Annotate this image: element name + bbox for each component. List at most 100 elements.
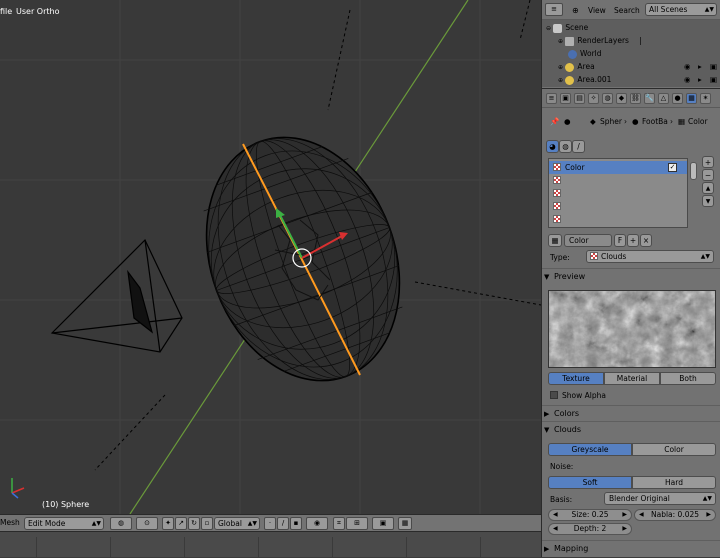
outliner-item-area[interactable]: ⊕ Area ◉ ▸ ▣	[542, 60, 717, 73]
face-select-icon[interactable]: ▪	[290, 517, 302, 530]
new-texture-button[interactable]: +	[627, 234, 639, 247]
visibility-eye-icon[interactable]: ◉	[684, 60, 691, 73]
preview-material-tab[interactable]: Material	[604, 372, 660, 385]
expand-icon[interactable]: ⊕	[558, 64, 563, 71]
outliner-search-menu[interactable]: Search	[614, 6, 640, 15]
object-tab-icon[interactable]: ◆	[616, 93, 627, 104]
scale-icon[interactable]: ▫	[201, 517, 213, 530]
outliner-item-area001[interactable]: ⊕ Area.001 ◉ ▸ ▣	[542, 73, 717, 86]
texture-slot[interactable]	[549, 187, 687, 200]
increment-icon[interactable]: ▶	[622, 524, 627, 534]
sphere-mesh[interactable]	[174, 110, 432, 408]
slot-move-down-icon[interactable]: ▼	[702, 195, 714, 207]
orientation-select[interactable]: Global ▲▼	[214, 517, 260, 530]
preview-panel-header[interactable]: ▼ Preview	[544, 270, 716, 284]
render-preview-icon[interactable]: ▣	[372, 517, 394, 530]
viewport-shading-button[interactable]: ◍	[110, 517, 132, 530]
texture-slot-list[interactable]: Color ✓	[548, 158, 688, 228]
snap-toggle-icon[interactable]: ⌗	[333, 517, 345, 530]
render-tab-icon[interactable]: ▣	[560, 93, 571, 104]
decrement-icon[interactable]: ◀	[553, 510, 558, 520]
translate-icon[interactable]: ↗	[175, 517, 187, 530]
timeline[interactable]	[0, 531, 541, 558]
slot-remove-button[interactable]: −	[702, 169, 714, 181]
decrement-icon[interactable]: ◀	[553, 524, 558, 534]
preview-both-tab[interactable]: Both	[660, 372, 716, 385]
texture-type-select[interactable]: Clouds ▲▼	[586, 250, 714, 263]
render-camera-icon[interactable]: ▣	[710, 60, 717, 73]
editor-type-icon[interactable]: ≡	[546, 93, 557, 104]
edge-select-icon[interactable]: /	[277, 517, 289, 530]
nabla-field[interactable]: ◀ Nabla: 0.025 ▶	[634, 509, 716, 521]
context-brush-icon[interactable]: /	[572, 140, 585, 153]
outliner-item-scene[interactable]: ⊖ Scene	[542, 21, 717, 34]
vertex-select-icon[interactable]: ·	[264, 517, 276, 530]
camera-object[interactable]	[50, 238, 183, 353]
mesh-menu[interactable]: Mesh	[0, 518, 20, 527]
clouds-panel-header[interactable]: ▼ Clouds	[544, 423, 716, 437]
color-toggle[interactable]: Color	[632, 443, 716, 456]
pivot-point-button[interactable]: ⊙	[136, 517, 158, 530]
snap-element-button[interactable]: ⊞	[346, 517, 368, 530]
expand-icon[interactable]: ⊕	[558, 77, 563, 84]
viewport-scene	[0, 0, 541, 514]
editor-type-icon[interactable]: ≡	[545, 3, 563, 16]
preview-texture-tab[interactable]: Texture	[548, 372, 604, 385]
render-layers-tab-icon[interactable]: ▤	[574, 93, 585, 104]
noise-soft-toggle[interactable]: Soft	[548, 476, 632, 489]
depth-field[interactable]: ◀ Depth: 2 ▶	[548, 523, 632, 535]
outliner[interactable]: ⊖ Scene ⊕ RenderLayers | World ⊕ Area ◉ …	[542, 20, 720, 87]
decrement-icon[interactable]: ◀	[639, 510, 644, 520]
3d-viewport[interactable]: file User Ortho (10) Sphere	[0, 0, 541, 514]
context-material-icon[interactable]: ◕	[546, 140, 559, 153]
manipulator-toggle-icon[interactable]: ✦	[162, 517, 174, 530]
render-button-icon[interactable]: ▦	[398, 517, 412, 530]
particles-tab-icon[interactable]: ✶	[700, 93, 711, 104]
data-tab-icon[interactable]: △	[658, 93, 669, 104]
outliner-view-menu[interactable]: View	[588, 6, 606, 15]
outliner-item-world[interactable]: World	[542, 47, 717, 60]
context-world-icon[interactable]: ◍	[559, 140, 572, 153]
texture-tab-icon[interactable]: ▦	[686, 93, 697, 104]
texture-browse-icon[interactable]: ▦	[548, 234, 562, 247]
noise-basis-select[interactable]: Blender Original ▲▼	[604, 492, 716, 505]
texture-name-field[interactable]: Color	[564, 234, 612, 247]
modifiers-tab-icon[interactable]: 🔧	[644, 93, 655, 104]
mapping-panel-header[interactable]: ▶ Mapping	[544, 542, 716, 556]
unlink-texture-button[interactable]: ×	[640, 234, 652, 247]
orientation-arrow-icon: ▲▼	[247, 520, 257, 527]
proportional-edit-button[interactable]: ◉	[306, 517, 328, 530]
material-tab-icon[interactable]: ●	[672, 93, 683, 104]
outliner-item-renderlayers[interactable]: ⊕ RenderLayers |	[542, 34, 717, 47]
texture-slot[interactable]	[549, 213, 687, 226]
noise-hard-toggle[interactable]: Hard	[632, 476, 716, 489]
greyscale-toggle[interactable]: Greyscale	[548, 443, 632, 456]
pin-icon[interactable]: 📌	[550, 110, 559, 134]
colors-panel-header[interactable]: ▶ Colors	[544, 407, 716, 421]
texture-slot[interactable]	[549, 174, 687, 187]
slot-move-up-icon[interactable]: ▲	[702, 182, 714, 194]
scene-tab-icon[interactable]: ✧	[588, 93, 599, 104]
render-camera-icon[interactable]: ▣	[710, 73, 717, 86]
slot-add-button[interactable]: +	[702, 156, 714, 168]
visibility-eye-icon[interactable]: ◉	[684, 73, 691, 86]
rotate-icon[interactable]: ↻	[188, 517, 200, 530]
outliner-toggle-icon[interactable]: ⊕	[572, 6, 579, 15]
texture-slot[interactable]: Color ✓	[549, 161, 687, 174]
constraints-tab-icon[interactable]: ⛓	[630, 93, 641, 104]
show-alpha-checkbox[interactable]	[550, 391, 558, 399]
selectable-arrow-icon[interactable]: ▸	[698, 73, 702, 86]
collapse-icon[interactable]: ⊖	[546, 25, 551, 32]
selectable-arrow-icon[interactable]: ▸	[698, 60, 702, 73]
fake-user-button[interactable]: F	[614, 234, 626, 247]
increment-icon[interactable]: ▶	[706, 510, 711, 520]
world-tab-icon[interactable]: ◍	[602, 93, 613, 104]
increment-icon[interactable]: ▶	[622, 510, 627, 520]
size-field[interactable]: ◀ Size: 0.25 ▶	[548, 509, 632, 521]
display-mode-select[interactable]: All Scenes ▲▼	[645, 3, 717, 16]
texture-slot[interactable]	[549, 200, 687, 213]
slot-list-scrollbar[interactable]	[690, 162, 697, 180]
expand-icon[interactable]: ⊕	[558, 38, 563, 45]
slot-enabled-checkbox[interactable]: ✓	[668, 163, 677, 172]
mode-select[interactable]: Edit Mode ▲▼	[24, 517, 104, 530]
